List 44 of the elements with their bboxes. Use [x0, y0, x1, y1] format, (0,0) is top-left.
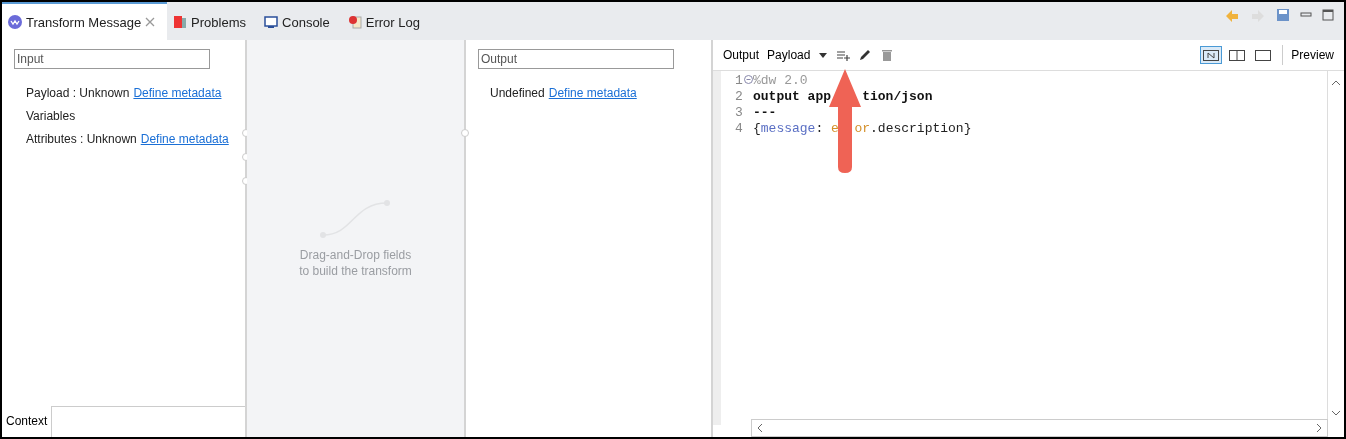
payload-selector[interactable]: Payload: [767, 48, 811, 62]
fold-icon[interactable]: [744, 75, 753, 84]
view-mode-toggle[interactable]: [1200, 46, 1223, 64]
input-item: Variables: [26, 109, 76, 123]
editor-tab[interactable]: Problems: [167, 2, 259, 40]
tab-label: Console: [282, 14, 330, 30]
scroll-up-icon[interactable]: [1331, 79, 1341, 87]
save-icon[interactable]: [1276, 8, 1290, 22]
problems-icon: [173, 15, 188, 29]
output-search-field[interactable]: Output: [478, 49, 674, 69]
input-item: Attributes : Unknown: [26, 132, 137, 146]
close-icon[interactable]: [145, 17, 156, 27]
editor-tab[interactable]: Transform Message: [2, 2, 168, 40]
trash-icon[interactable]: [880, 48, 895, 62]
dropdown-caret-icon[interactable]: [818, 50, 829, 60]
context-tab[interactable]: Context: [2, 406, 53, 437]
preview-button[interactable]: Preview: [1291, 48, 1334, 62]
drag-drop-hint: Drag-and-Drop fields to build the transform: [299, 246, 412, 279]
editor-tab[interactable]: Console: [258, 2, 342, 40]
input-search-field[interactable]: Input: [14, 49, 210, 69]
code-line: 2 output app tion/json: [735, 89, 934, 105]
code-line: 1 %dw 2.0: [735, 73, 809, 89]
editor-tab[interactable]: Error Log: [341, 2, 432, 40]
error-log-icon: [347, 15, 362, 29]
console-icon: [264, 15, 279, 29]
define-metadata-link[interactable]: Define metadata: [133, 86, 222, 100]
tab-label: Problems: [191, 14, 247, 30]
scroll-right-icon: [1315, 423, 1323, 433]
add-list-icon[interactable]: [836, 48, 851, 62]
pencil-icon[interactable]: [858, 48, 873, 62]
scroll-down-icon[interactable]: [1331, 409, 1341, 417]
define-metadata-link[interactable]: Define metadata: [548, 86, 637, 100]
tab-label: Transform Message: [26, 14, 142, 30]
code-line: 4 {message: e or.description}: [735, 121, 973, 137]
maximize-icon[interactable]: [1322, 8, 1334, 22]
tab-label: Error Log: [365, 14, 420, 30]
code-line: 3 ---: [735, 105, 778, 121]
wave-badge-icon: [8, 15, 22, 29]
input-item: Payload : Unknown: [26, 86, 130, 100]
output-item: Undefined: [490, 86, 545, 100]
define-metadata-link[interactable]: Define metadata: [140, 132, 229, 146]
horizontal-scrollbar[interactable]: [751, 419, 1328, 437]
output-label: Output: [723, 48, 760, 62]
scroll-left-icon: [756, 423, 764, 433]
